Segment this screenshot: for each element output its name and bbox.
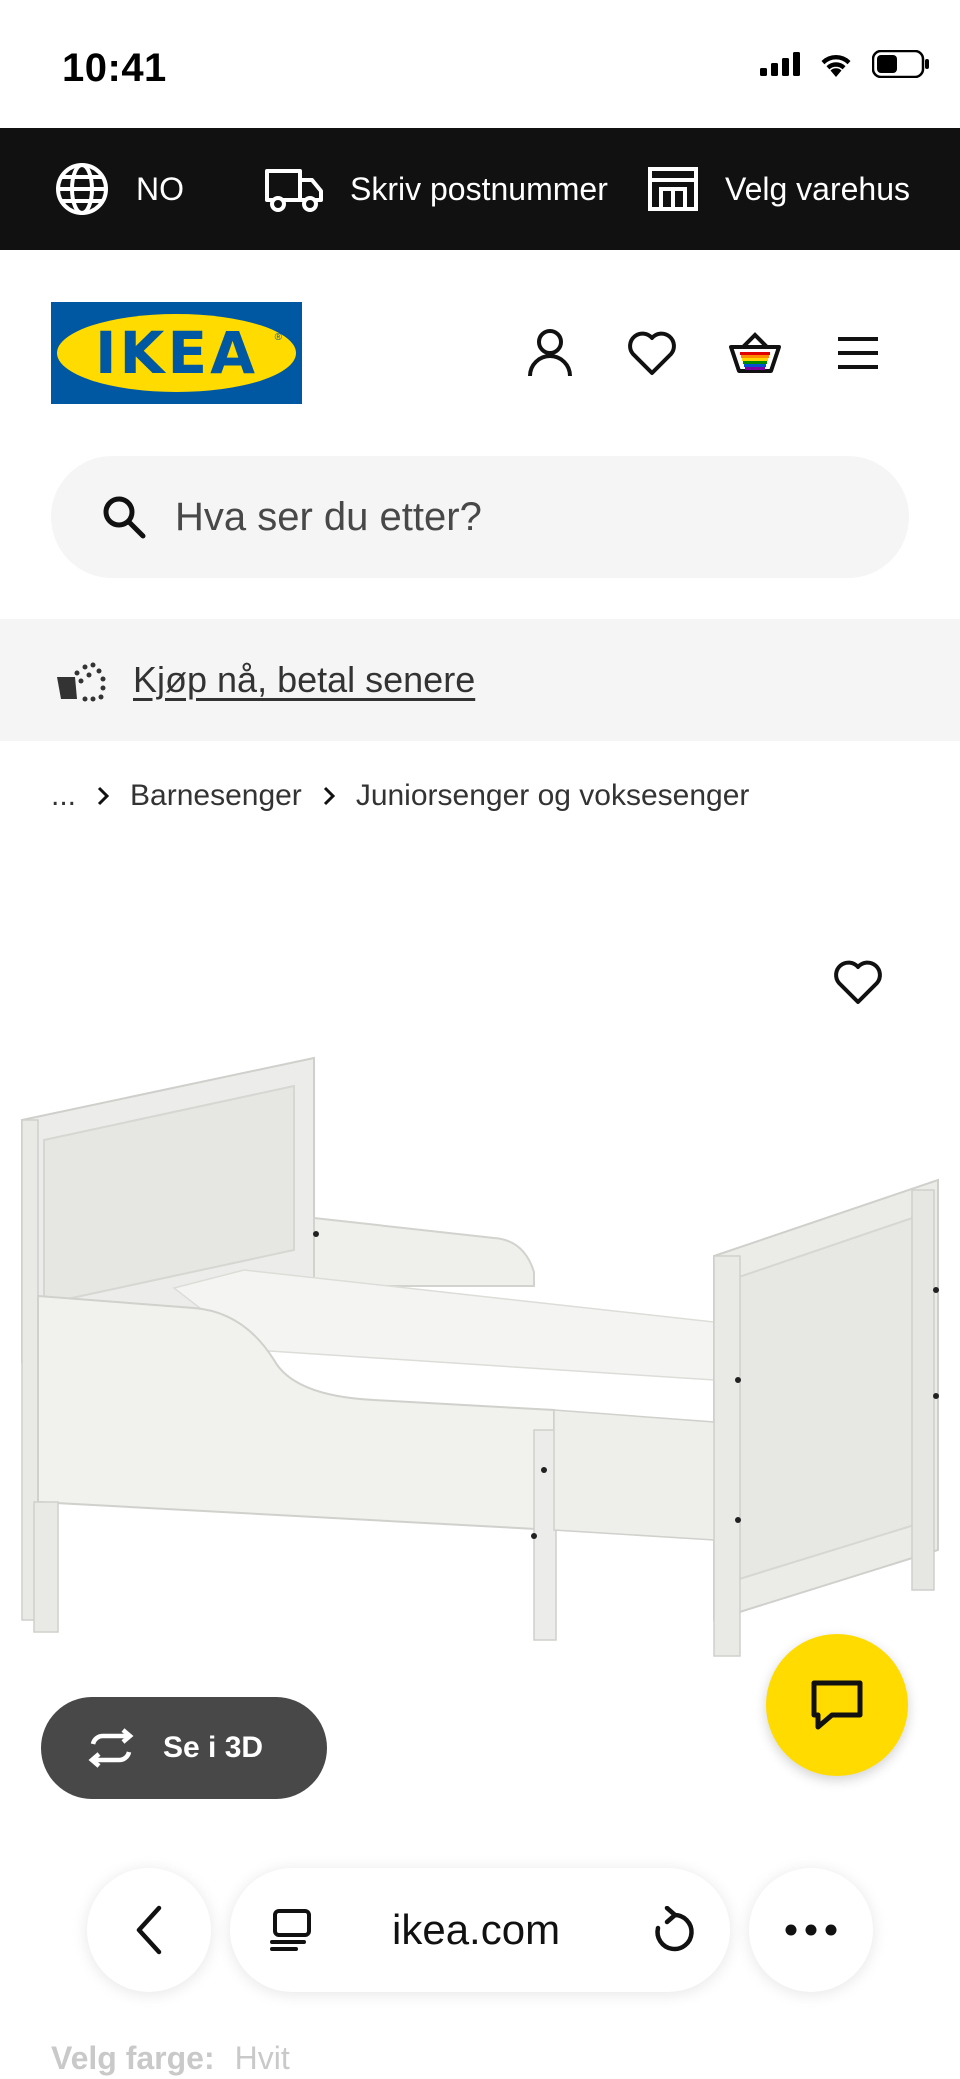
profile-button[interactable]: [522, 325, 578, 381]
product-favourite-button[interactable]: [826, 950, 890, 1014]
chevron-left-icon: [136, 1905, 162, 1955]
status-bar: 10:41: [0, 0, 960, 128]
status-icons: [760, 50, 930, 78]
wifi-icon: [821, 54, 851, 77]
breadcrumb-ellipsis[interactable]: ...: [51, 779, 76, 813]
search-placeholder: Hva ser du etter?: [175, 494, 482, 539]
color-selector[interactable]: Velg farge: Hvit: [51, 2040, 290, 2077]
pay-later-link[interactable]: Kjøp nå, betal senere: [133, 619, 475, 741]
battery-icon: [872, 50, 929, 78]
store-icon: [648, 167, 698, 211]
browser-address-bar[interactable]: ikea.com: [230, 1868, 730, 1992]
search-input[interactable]: Hva ser du etter?: [51, 456, 909, 578]
delivery-truck-icon: [265, 169, 323, 212]
site-header: IKEA ®: [0, 250, 960, 450]
view-in-3d-button[interactable]: Se i 3D: [41, 1697, 327, 1799]
reload-icon[interactable]: [650, 1906, 696, 1954]
globe-icon: [56, 163, 108, 215]
view-in-3d-label: Se i 3D: [163, 1731, 264, 1764]
menu-button[interactable]: [830, 325, 886, 381]
browser-back-button[interactable]: [87, 1868, 211, 1992]
logo-text: IKEA: [94, 319, 259, 387]
utility-bar: NO Skriv postnummer Velg varehus: [0, 128, 960, 250]
cart-button[interactable]: [727, 325, 783, 381]
postcode-label: Skriv postnummer: [350, 170, 608, 207]
rotate-3d-icon: [88, 1728, 134, 1768]
heart-icon: [628, 331, 676, 375]
chat-button[interactable]: [766, 1634, 908, 1776]
search-icon: [103, 496, 146, 539]
shopping-basket-icon: [729, 332, 781, 373]
status-time: 10:41: [62, 46, 167, 90]
heart-icon: [834, 960, 882, 1004]
breadcrumb: ... Barnesenger Juniorsenger og voksesen…: [51, 772, 749, 820]
more-dots-icon: [785, 1924, 837, 1936]
language-selector[interactable]: NO: [54, 128, 184, 250]
person-icon: [528, 329, 572, 377]
favourites-button[interactable]: [624, 325, 680, 381]
store-selector[interactable]: Velg varehus: [647, 128, 910, 250]
chevron-right-icon: [97, 786, 110, 806]
breadcrumb-item-juniorsenger[interactable]: Juniorsenger og voksesenger: [356, 779, 750, 813]
pay-later-icon: [57, 662, 106, 702]
color-selector-label: Velg farge:: [51, 2040, 215, 2076]
color-selector-value: Hvit: [234, 2040, 290, 2076]
chat-bubble-icon: [811, 1680, 863, 1730]
browser-url: ikea.com: [392, 1906, 561, 1953]
promo-banner: Kjøp nå, betal senere: [0, 619, 960, 741]
ikea-logo[interactable]: IKEA ®: [51, 302, 302, 404]
chevron-right-icon: [323, 786, 335, 806]
reader-view-icon: [270, 1909, 311, 1951]
hamburger-menu-icon: [838, 337, 878, 369]
postcode-selector[interactable]: Skriv postnummer: [264, 128, 608, 250]
browser-toolbar: ikea.com: [0, 1868, 960, 1992]
breadcrumb-item-barnesenger[interactable]: Barnesenger: [130, 779, 302, 813]
store-label: Velg varehus: [725, 170, 911, 207]
browser-more-button[interactable]: [749, 1868, 873, 1992]
cellular-signal-icon: [760, 52, 800, 76]
logo-trademark: ®: [274, 332, 282, 343]
language-label: NO: [136, 170, 184, 207]
product-image-bed: [21, 1056, 939, 1657]
